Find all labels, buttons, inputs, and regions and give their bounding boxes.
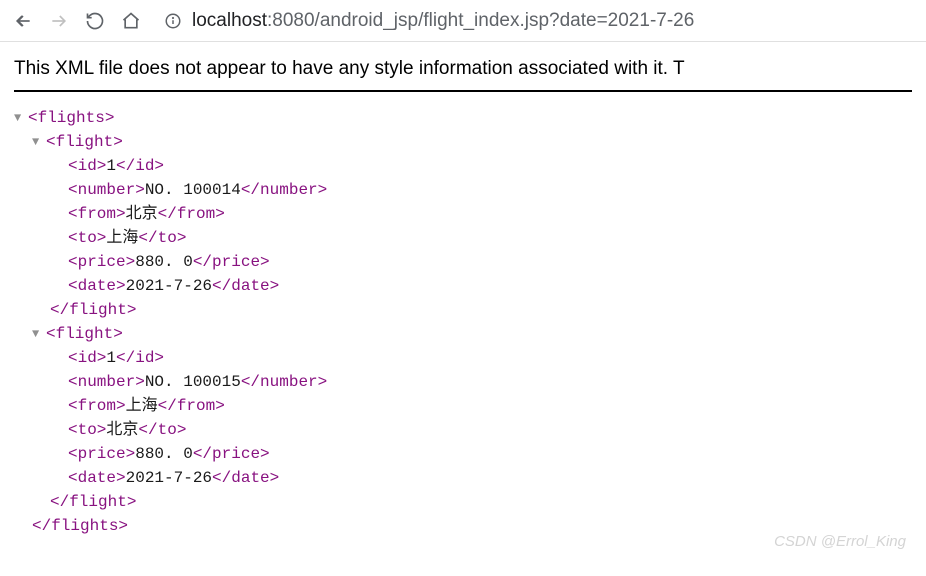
xml-flight-close: </flight> (14, 298, 912, 322)
forward-button[interactable] (48, 10, 70, 32)
xml-price: <price>880. 0</price> (14, 442, 912, 466)
xml-from: <from>上海</from> (14, 394, 912, 418)
caret-down-icon[interactable]: ▼ (14, 109, 28, 127)
xml-id: <id>1</id> (14, 154, 912, 178)
xml-number: <number>NO. 100015</number> (14, 370, 912, 394)
xml-from: <from>北京</from> (14, 202, 912, 226)
xml-id: <id>1</id> (14, 346, 912, 370)
url-text: localhost:8080/android_jsp/flight_index.… (192, 10, 694, 32)
arrow-right-icon (49, 11, 69, 31)
caret-down-icon[interactable]: ▼ (32, 325, 46, 343)
xml-number: <number>NO. 100014</number> (14, 178, 912, 202)
reload-icon (85, 11, 105, 31)
caret-down-icon[interactable]: ▼ (32, 133, 46, 151)
reload-button[interactable] (84, 10, 106, 32)
xml-no-style-banner: This XML file does not appear to have an… (14, 58, 912, 92)
page-content: This XML file does not appear to have an… (0, 42, 926, 554)
browser-toolbar: localhost:8080/android_jsp/flight_index.… (0, 0, 926, 42)
url-path: :8080/android_jsp/flight_index.jsp?date=… (267, 10, 694, 31)
xml-date: <date>2021-7-26</date> (14, 466, 912, 490)
xml-root-open[interactable]: ▼<flights> (14, 106, 912, 130)
back-button[interactable] (12, 10, 34, 32)
xml-flight-close: </flight> (14, 490, 912, 514)
xml-flight-open[interactable]: ▼<flight> (14, 322, 912, 346)
xml-to: <to>北京</to> (14, 418, 912, 442)
xml-flight-open[interactable]: ▼<flight> (14, 130, 912, 154)
xml-to: <to>上海</to> (14, 226, 912, 250)
xml-date: <date>2021-7-26</date> (14, 274, 912, 298)
arrow-left-icon (13, 11, 33, 31)
address-bar[interactable]: localhost:8080/android_jsp/flight_index.… (156, 10, 914, 32)
home-icon (121, 11, 141, 31)
url-host: localhost (192, 10, 267, 31)
watermark: CSDN @Errol_King (774, 533, 906, 550)
info-icon (164, 12, 182, 30)
xml-tree: ▼<flights> ▼<flight> <id>1</id> <number>… (14, 106, 912, 538)
home-button[interactable] (120, 10, 142, 32)
xml-price: <price>880. 0</price> (14, 250, 912, 274)
